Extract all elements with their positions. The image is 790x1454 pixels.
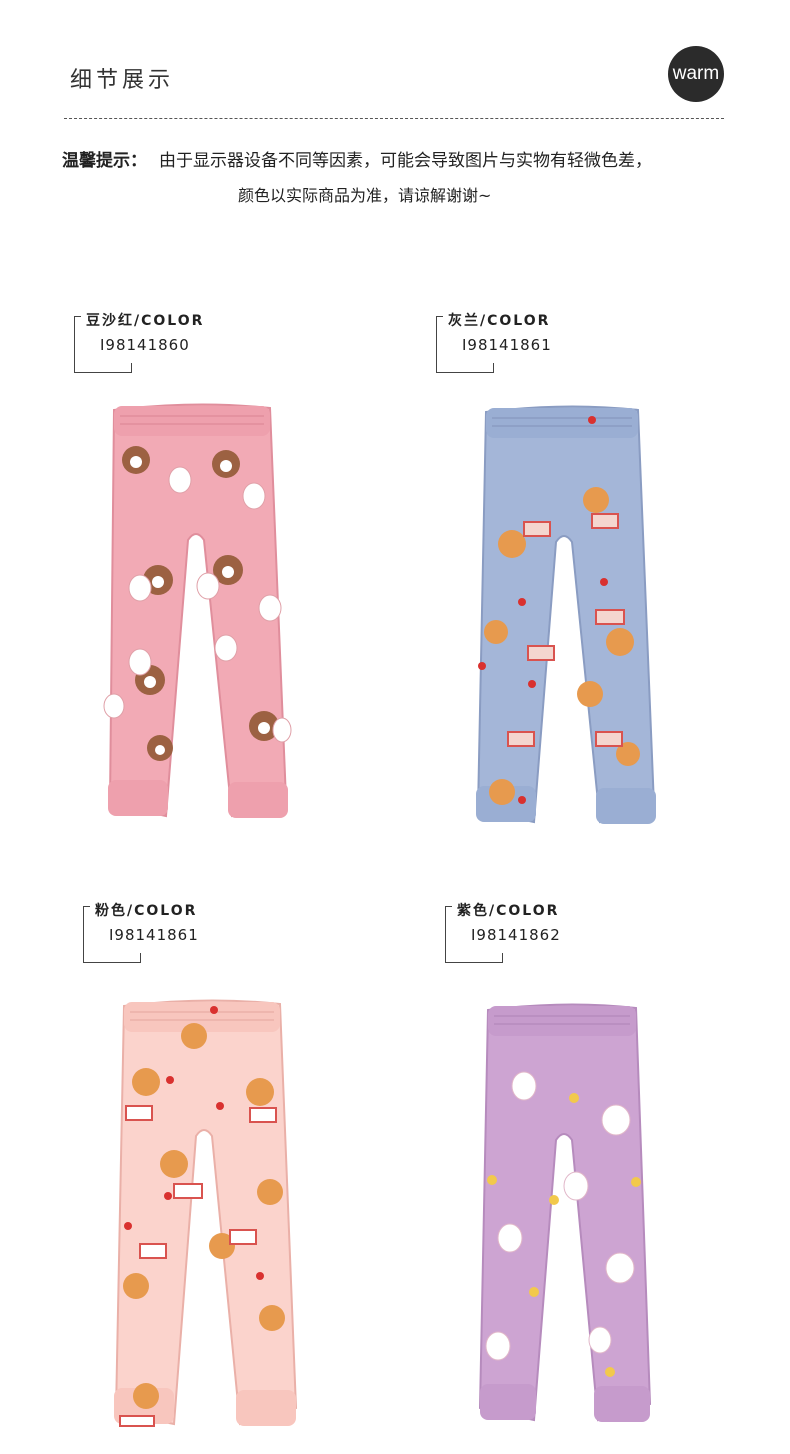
color-name: 粉色/COLOR [95,903,198,919]
pants-image-3 [114,999,298,1427]
color-code: I98141861 [109,926,199,944]
variant-label: 灰兰/COLOR I98141861 [436,310,676,380]
color-code: I98141860 [100,336,190,354]
color-code: I98141862 [471,926,561,944]
pants-image-1 [103,403,292,818]
notice-text-2: 颜色以实际商品为准，请谅解谢谢~ [238,186,492,205]
notice-label: 温馨提示： [62,151,147,171]
variant-label: 豆沙红/COLOR I98141860 [74,310,314,380]
pants-image-2 [476,405,656,824]
notice-text-1: 由于显示器设备不同等因素，可能会导致图片与实物有轻微色差， [159,151,652,171]
color-name: 灰兰/COLOR [448,313,551,329]
color-code: I98141861 [462,336,552,354]
notice-line-1: 温馨提示： 由于显示器设备不同等因素，可能会导致图片与实物有轻微色差， [62,146,652,171]
variant-label: 紫色/COLOR I98141862 [445,900,685,970]
dashed-divider [64,118,724,119]
warm-badge: warm [668,46,724,102]
variant-label: 粉色/COLOR I98141861 [83,900,323,970]
pants-image-4 [478,1003,652,1422]
color-name: 紫色/COLOR [457,903,560,919]
color-name: 豆沙红/COLOR [86,313,205,329]
section-title: 细节展示 [70,68,175,93]
